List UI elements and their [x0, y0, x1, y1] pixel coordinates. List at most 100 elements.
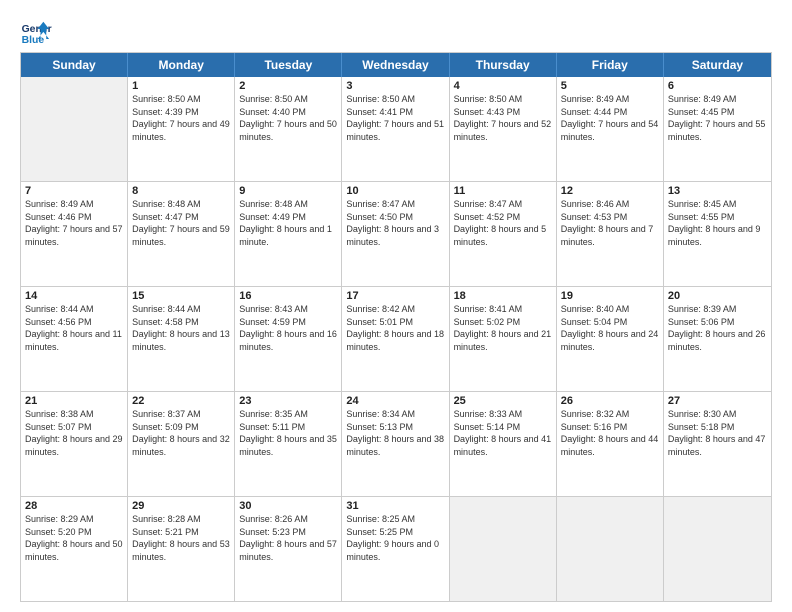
calendar-row: 1Sunrise: 8:50 AMSunset: 4:39 PMDaylight… [21, 77, 771, 182]
day-number: 5 [561, 80, 659, 92]
calendar-cell [664, 497, 771, 601]
day-number: 25 [454, 395, 552, 407]
calendar-cell [450, 497, 557, 601]
calendar-cell [557, 497, 664, 601]
day-info: Sunrise: 8:28 AMSunset: 5:21 PMDaylight:… [132, 513, 230, 563]
calendar-cell: 13Sunrise: 8:45 AMSunset: 4:55 PMDayligh… [664, 182, 771, 286]
day-info: Sunrise: 8:48 AMSunset: 4:47 PMDaylight:… [132, 198, 230, 248]
day-number: 2 [239, 80, 337, 92]
day-info: Sunrise: 8:35 AMSunset: 5:11 PMDaylight:… [239, 408, 337, 458]
day-number: 3 [346, 80, 444, 92]
day-info: Sunrise: 8:50 AMSunset: 4:40 PMDaylight:… [239, 93, 337, 143]
day-info: Sunrise: 8:40 AMSunset: 5:04 PMDaylight:… [561, 303, 659, 353]
calendar-cell: 31Sunrise: 8:25 AMSunset: 5:25 PMDayligh… [342, 497, 449, 601]
calendar-cell: 15Sunrise: 8:44 AMSunset: 4:58 PMDayligh… [128, 287, 235, 391]
day-info: Sunrise: 8:50 AMSunset: 4:41 PMDaylight:… [346, 93, 444, 143]
calendar-cell: 24Sunrise: 8:34 AMSunset: 5:13 PMDayligh… [342, 392, 449, 496]
logo-icon: General Blue [20, 16, 52, 48]
calendar-row: 14Sunrise: 8:44 AMSunset: 4:56 PMDayligh… [21, 287, 771, 392]
calendar-cell: 3Sunrise: 8:50 AMSunset: 4:41 PMDaylight… [342, 77, 449, 181]
svg-text:Blue: Blue [22, 35, 45, 46]
day-number: 19 [561, 290, 659, 302]
day-info: Sunrise: 8:32 AMSunset: 5:16 PMDaylight:… [561, 408, 659, 458]
day-number: 15 [132, 290, 230, 302]
day-info: Sunrise: 8:50 AMSunset: 4:43 PMDaylight:… [454, 93, 552, 143]
day-info: Sunrise: 8:38 AMSunset: 5:07 PMDaylight:… [25, 408, 123, 458]
day-info: Sunrise: 8:45 AMSunset: 4:55 PMDaylight:… [668, 198, 767, 248]
calendar-cell: 21Sunrise: 8:38 AMSunset: 5:07 PMDayligh… [21, 392, 128, 496]
calendar-cell: 26Sunrise: 8:32 AMSunset: 5:16 PMDayligh… [557, 392, 664, 496]
day-info: Sunrise: 8:26 AMSunset: 5:23 PMDaylight:… [239, 513, 337, 563]
calendar-cell: 18Sunrise: 8:41 AMSunset: 5:02 PMDayligh… [450, 287, 557, 391]
day-info: Sunrise: 8:44 AMSunset: 4:58 PMDaylight:… [132, 303, 230, 353]
day-number: 8 [132, 185, 230, 197]
day-info: Sunrise: 8:47 AMSunset: 4:50 PMDaylight:… [346, 198, 444, 248]
day-info: Sunrise: 8:33 AMSunset: 5:14 PMDaylight:… [454, 408, 552, 458]
day-info: Sunrise: 8:29 AMSunset: 5:20 PMDaylight:… [25, 513, 123, 563]
calendar-cell: 7Sunrise: 8:49 AMSunset: 4:46 PMDaylight… [21, 182, 128, 286]
day-number: 9 [239, 185, 337, 197]
day-number: 26 [561, 395, 659, 407]
header-day-saturday: Saturday [664, 53, 771, 77]
page: General Blue SundayMondayTuesdayWednesda… [0, 0, 792, 612]
calendar-cell: 29Sunrise: 8:28 AMSunset: 5:21 PMDayligh… [128, 497, 235, 601]
day-number: 18 [454, 290, 552, 302]
day-number: 4 [454, 80, 552, 92]
day-info: Sunrise: 8:25 AMSunset: 5:25 PMDaylight:… [346, 513, 444, 563]
svg-text:General: General [22, 24, 52, 35]
calendar-cell: 30Sunrise: 8:26 AMSunset: 5:23 PMDayligh… [235, 497, 342, 601]
header-day-tuesday: Tuesday [235, 53, 342, 77]
calendar-row: 7Sunrise: 8:49 AMSunset: 4:46 PMDaylight… [21, 182, 771, 287]
day-number: 20 [668, 290, 767, 302]
day-number: 11 [454, 185, 552, 197]
calendar-cell: 8Sunrise: 8:48 AMSunset: 4:47 PMDaylight… [128, 182, 235, 286]
day-info: Sunrise: 8:46 AMSunset: 4:53 PMDaylight:… [561, 198, 659, 248]
day-info: Sunrise: 8:49 AMSunset: 4:46 PMDaylight:… [25, 198, 123, 248]
header-day-friday: Friday [557, 53, 664, 77]
day-number: 7 [25, 185, 123, 197]
day-info: Sunrise: 8:37 AMSunset: 5:09 PMDaylight:… [132, 408, 230, 458]
header: General Blue [20, 16, 772, 48]
calendar-cell: 17Sunrise: 8:42 AMSunset: 5:01 PMDayligh… [342, 287, 449, 391]
calendar-cell: 16Sunrise: 8:43 AMSunset: 4:59 PMDayligh… [235, 287, 342, 391]
calendar-cell [21, 77, 128, 181]
day-info: Sunrise: 8:44 AMSunset: 4:56 PMDaylight:… [25, 303, 123, 353]
day-number: 29 [132, 500, 230, 512]
logo: General Blue [20, 16, 52, 48]
day-number: 30 [239, 500, 337, 512]
header-day-sunday: Sunday [21, 53, 128, 77]
calendar-cell: 14Sunrise: 8:44 AMSunset: 4:56 PMDayligh… [21, 287, 128, 391]
calendar-cell: 19Sunrise: 8:40 AMSunset: 5:04 PMDayligh… [557, 287, 664, 391]
calendar-header: SundayMondayTuesdayWednesdayThursdayFrid… [21, 53, 771, 77]
day-number: 22 [132, 395, 230, 407]
day-number: 10 [346, 185, 444, 197]
day-number: 16 [239, 290, 337, 302]
calendar-row: 21Sunrise: 8:38 AMSunset: 5:07 PMDayligh… [21, 392, 771, 497]
day-info: Sunrise: 8:48 AMSunset: 4:49 PMDaylight:… [239, 198, 337, 248]
calendar-cell: 2Sunrise: 8:50 AMSunset: 4:40 PMDaylight… [235, 77, 342, 181]
day-number: 31 [346, 500, 444, 512]
calendar-cell: 10Sunrise: 8:47 AMSunset: 4:50 PMDayligh… [342, 182, 449, 286]
day-number: 12 [561, 185, 659, 197]
day-info: Sunrise: 8:42 AMSunset: 5:01 PMDaylight:… [346, 303, 444, 353]
calendar-cell: 25Sunrise: 8:33 AMSunset: 5:14 PMDayligh… [450, 392, 557, 496]
day-number: 27 [668, 395, 767, 407]
day-number: 28 [25, 500, 123, 512]
day-info: Sunrise: 8:50 AMSunset: 4:39 PMDaylight:… [132, 93, 230, 143]
day-info: Sunrise: 8:49 AMSunset: 4:44 PMDaylight:… [561, 93, 659, 143]
day-info: Sunrise: 8:43 AMSunset: 4:59 PMDaylight:… [239, 303, 337, 353]
day-number: 14 [25, 290, 123, 302]
day-info: Sunrise: 8:30 AMSunset: 5:18 PMDaylight:… [668, 408, 767, 458]
header-day-wednesday: Wednesday [342, 53, 449, 77]
day-number: 13 [668, 185, 767, 197]
calendar-cell: 22Sunrise: 8:37 AMSunset: 5:09 PMDayligh… [128, 392, 235, 496]
calendar-cell: 1Sunrise: 8:50 AMSunset: 4:39 PMDaylight… [128, 77, 235, 181]
calendar-cell: 5Sunrise: 8:49 AMSunset: 4:44 PMDaylight… [557, 77, 664, 181]
day-number: 21 [25, 395, 123, 407]
calendar-cell: 9Sunrise: 8:48 AMSunset: 4:49 PMDaylight… [235, 182, 342, 286]
calendar: SundayMondayTuesdayWednesdayThursdayFrid… [20, 52, 772, 602]
day-number: 24 [346, 395, 444, 407]
day-number: 23 [239, 395, 337, 407]
calendar-cell: 23Sunrise: 8:35 AMSunset: 5:11 PMDayligh… [235, 392, 342, 496]
calendar-cell: 11Sunrise: 8:47 AMSunset: 4:52 PMDayligh… [450, 182, 557, 286]
